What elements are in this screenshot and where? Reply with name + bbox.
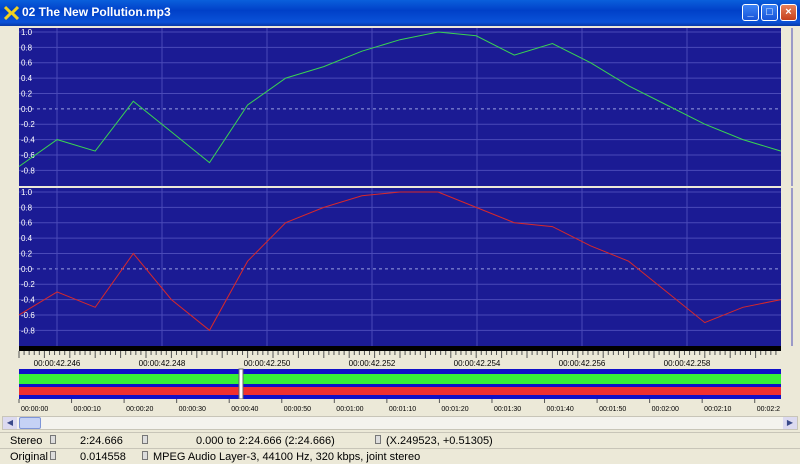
editor-area: 1.0 0.8 0.6 0.4 0.2 0.0 -0.2 -0.4 -0.6 -0.8 1.0 0.8… (3, 26, 797, 432)
status-original-value: 0.014558 (80, 451, 126, 463)
y-tick-label: 0.4 (21, 234, 33, 243)
y-tick-label: 1.0 (21, 28, 33, 37)
overview-tick-label: 00:01:10 (389, 406, 416, 413)
title-bar[interactable]: 02 The New Pollution.mp3 _ □ × (0, 0, 800, 26)
channel-panel-right (19, 188, 781, 346)
overview-tick-label: 00:01:40 (547, 406, 574, 413)
y-tick-label: -0.6 (21, 151, 35, 160)
status-separator-icon (142, 451, 148, 463)
close-button[interactable]: × (780, 4, 797, 21)
maximize-button[interactable]: □ (761, 4, 778, 21)
overview-tick-label: 00:01:30 (494, 406, 521, 413)
channel-divider (19, 346, 781, 351)
y-tick-label: 0.6 (21, 59, 33, 68)
overview-tick-label: 00:00:50 (284, 406, 311, 413)
status-cursor: (X.249523, +0.51305) (386, 435, 493, 447)
channel-panel-left (19, 28, 781, 186)
status-selection: 0.000 to 2:24.666 (2:24.666) (196, 435, 335, 447)
scroll-left-icon[interactable]: ◀ (3, 417, 17, 429)
y-tick-label: 0.0 (21, 265, 33, 274)
time-tick-label: 00:00:42.258 (664, 359, 711, 368)
time-tick-label: 00:00:42.256 (559, 359, 606, 368)
overview-tick-label: 00:01:50 (599, 406, 626, 413)
overview-tick-label: 00:00:00 (21, 406, 48, 413)
y-tick-label: -0.8 (21, 326, 35, 335)
overview-tick-label: 00:02:2 (757, 406, 780, 413)
y-tick-label: 0.8 (21, 203, 33, 212)
time-tick-label: 00:00:42.252 (349, 359, 396, 368)
minimize-button[interactable]: _ (742, 4, 759, 21)
y-tick-label: -0.4 (21, 136, 35, 145)
y-tick-label: 1.0 (21, 188, 33, 197)
y-tick-label: 0.8 (21, 43, 33, 52)
y-tick-label: -0.2 (21, 280, 35, 289)
overview-tick-label: 00:01:00 (336, 406, 363, 413)
time-tick-label: 00:00:42.246 (34, 359, 81, 368)
app-icon (4, 5, 19, 20)
window-title: 02 The New Pollution.mp3 (22, 5, 171, 19)
overview-right-channel (19, 387, 781, 395)
y-tick-label: -0.4 (21, 296, 35, 305)
overview-tick-label: 00:01:20 (441, 406, 468, 413)
overview-tick-label: 00:00:10 (74, 406, 101, 413)
status-separator-icon (142, 435, 148, 447)
playhead-marker (238, 368, 244, 400)
overview-tick-label: 00:02:10 (704, 406, 731, 413)
horizontal-scrollbar[interactable]: ◀ ▶ (2, 416, 798, 430)
y-tick-label: 0.4 (21, 74, 33, 83)
time-tick-label: 00:00:42.254 (454, 359, 501, 368)
overview-left-channel (19, 374, 781, 384)
status-row-1: Stereo 2:24.666 0.000 to 2:24.666 (2:24.… (0, 432, 800, 448)
status-length: 2:24.666 (80, 435, 123, 447)
status-format: MPEG Audio Layer-3, 44100 Hz, 320 kbps, … (153, 451, 421, 463)
overview-tick-label: 00:00:40 (231, 406, 258, 413)
overview-tick-label: 00:00:30 (179, 406, 206, 413)
y-tick-label: 0.6 (21, 219, 33, 228)
y-tick-label: 0.0 (21, 105, 33, 114)
waveform-view[interactable]: 1.0 0.8 0.6 0.4 0.2 0.0 -0.2 -0.4 -0.6 -0.8 1.0 0.8… (3, 26, 797, 416)
time-tick-label: 00:00:42.250 (244, 359, 291, 368)
status-channels: Stereo (10, 435, 43, 447)
y-tick-label: 0.2 (21, 249, 33, 258)
time-tick-label: 00:00:42.248 (139, 359, 186, 368)
status-row-2: Original 0.014558 MPEG Audio Layer-3, 44… (0, 448, 800, 464)
status-separator-icon (375, 435, 381, 447)
overview-tick-label: 00:02:00 (652, 406, 679, 413)
status-separator-icon (50, 435, 56, 447)
scroll-right-icon[interactable]: ▶ (783, 417, 797, 429)
status-original-label: Original (10, 451, 48, 463)
main-window: 02 The New Pollution.mp3 _ □ × 1.0 0.8 0.6… (0, 0, 800, 464)
y-tick-label: -0.2 (21, 120, 35, 129)
y-tick-label: -0.8 (21, 166, 35, 175)
overview-tick-label: 00:00:20 (126, 406, 153, 413)
y-tick-label: 0.2 (21, 89, 33, 98)
status-separator-icon (50, 451, 56, 463)
scroll-thumb[interactable] (19, 417, 41, 429)
